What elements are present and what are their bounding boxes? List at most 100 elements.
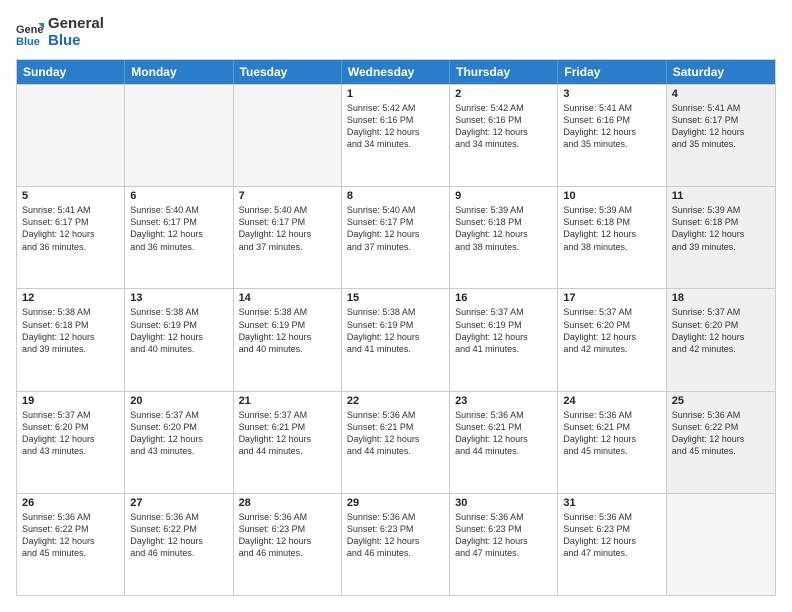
calendar-day-cell: 10 Sunrise: 5:39 AM Sunset: 6:18 PM Dayli… [558,187,666,288]
calendar-week-row: 1 Sunrise: 5:42 AM Sunset: 6:16 PM Daylig… [17,84,775,186]
day-number: 4 [672,88,770,100]
calendar-day-cell: 14 Sunrise: 5:38 AM Sunset: 6:19 PM Dayli… [234,289,342,390]
calendar-day-cell: 20Sunrise: 5:37 AM Sunset: 6:20 PM Dayli… [125,392,233,493]
page-header: General Blue General Blue [16,16,776,49]
day-number: 10 [563,190,660,202]
calendar-day-cell: 27Sunrise: 5:36 AM Sunset: 6:22 PM Dayli… [125,494,233,595]
calendar-day-cell: 24 Sunrise: 5:36 AM Sunset: 6:21 PM Dayli… [558,392,666,493]
calendar-day-cell: 2Sunrise: 5:42 AM Sunset: 6:16 PM Daylig… [450,85,558,186]
calendar-day-cell: 4 Sunrise: 5:41 AM Sunset: 6:17 PM Daylig… [667,85,775,186]
day-info: Sunrise: 5:36 AM Sunset: 6:22 PM Dayligh… [22,511,119,560]
calendar-day-cell: 12 Sunrise: 5:38 AM Sunset: 6:18 PM Dayli… [17,289,125,390]
day-info: Sunrise: 5:41 AM Sunset: 6:17 PM Dayligh… [22,204,119,253]
day-info: Sunrise: 5:37 AM Sunset: 6:20 PM Dayligh… [672,306,770,355]
day-number: 23 [455,395,552,407]
day-number: 30 [455,497,552,509]
calendar-day-cell [667,494,775,595]
day-number: 25 [672,395,770,407]
calendar-day-cell: 5 Sunrise: 5:41 AM Sunset: 6:17 PM Daylig… [17,187,125,288]
day-number: 18 [672,292,770,304]
calendar-body: 1 Sunrise: 5:42 AM Sunset: 6:16 PM Daylig… [17,84,775,595]
day-number: 7 [239,190,336,202]
calendar-day-cell: 31 Sunrise: 5:36 AM Sunset: 6:23 PM Dayli… [558,494,666,595]
calendar-day-cell: 9Sunrise: 5:39 AM Sunset: 6:18 PM Daylig… [450,187,558,288]
day-number: 2 [455,88,552,100]
calendar-header-row: SundayMondayTuesdayWednesdayThursdayFrid… [17,60,775,84]
day-info: Sunrise: 5:37 AM Sunset: 6:20 PM Dayligh… [563,306,660,355]
day-number: 16 [455,292,552,304]
calendar-day-cell: 13Sunrise: 5:38 AM Sunset: 6:19 PM Dayli… [125,289,233,390]
calendar-day-cell: 7 Sunrise: 5:40 AM Sunset: 6:17 PM Daylig… [234,187,342,288]
day-number: 5 [22,190,119,202]
day-number: 29 [347,497,444,509]
day-info: Sunrise: 5:36 AM Sunset: 6:23 PM Dayligh… [563,511,660,560]
day-number: 28 [239,497,336,509]
day-info: Sunrise: 5:40 AM Sunset: 6:17 PM Dayligh… [239,204,336,253]
calendar-day-cell: 23 Sunrise: 5:36 AM Sunset: 6:21 PM Dayli… [450,392,558,493]
day-number: 11 [672,190,770,202]
calendar-day-cell: 28Sunrise: 5:36 AM Sunset: 6:23 PM Dayli… [234,494,342,595]
calendar-day-cell: 6Sunrise: 5:40 AM Sunset: 6:17 PM Daylig… [125,187,233,288]
day-number: 31 [563,497,660,509]
logo-icon: General Blue [16,19,44,47]
calendar-day-cell: 11 Sunrise: 5:39 AM Sunset: 6:18 PM Dayli… [667,187,775,288]
day-info: Sunrise: 5:41 AM Sunset: 6:16 PM Dayligh… [563,102,660,151]
calendar-day-cell: 15Sunrise: 5:38 AM Sunset: 6:19 PM Dayli… [342,289,450,390]
day-number: 20 [130,395,227,407]
day-info: Sunrise: 5:36 AM Sunset: 6:21 PM Dayligh… [563,409,660,458]
calendar-day-cell [234,85,342,186]
calendar-day-cell: 3 Sunrise: 5:41 AM Sunset: 6:16 PM Daylig… [558,85,666,186]
day-info: Sunrise: 5:37 AM Sunset: 6:20 PM Dayligh… [22,409,119,458]
day-number: 8 [347,190,444,202]
day-number: 14 [239,292,336,304]
logo-text-general: General [48,16,104,33]
calendar-header-cell: Wednesday [342,60,450,84]
calendar-day-cell: 26 Sunrise: 5:36 AM Sunset: 6:22 PM Dayli… [17,494,125,595]
day-info: Sunrise: 5:36 AM Sunset: 6:22 PM Dayligh… [672,409,770,458]
calendar-header-cell: Monday [125,60,233,84]
calendar-header-cell: Sunday [17,60,125,84]
calendar-header-cell: Friday [558,60,666,84]
day-info: Sunrise: 5:38 AM Sunset: 6:19 PM Dayligh… [239,306,336,355]
day-info: Sunrise: 5:36 AM Sunset: 6:23 PM Dayligh… [347,511,444,560]
day-info: Sunrise: 5:37 AM Sunset: 6:21 PM Dayligh… [239,409,336,458]
day-number: 12 [22,292,119,304]
day-info: Sunrise: 5:40 AM Sunset: 6:17 PM Dayligh… [347,204,444,253]
calendar-page: General Blue General Blue SundayMondayTu… [0,0,792,612]
day-info: Sunrise: 5:38 AM Sunset: 6:18 PM Dayligh… [22,306,119,355]
logo: General Blue General Blue [16,16,104,49]
calendar-day-cell: 30Sunrise: 5:36 AM Sunset: 6:23 PM Dayli… [450,494,558,595]
day-number: 3 [563,88,660,100]
day-number: 1 [347,88,444,100]
calendar-header-cell: Thursday [450,60,558,84]
calendar-day-cell [125,85,233,186]
calendar-day-cell: 25 Sunrise: 5:36 AM Sunset: 6:22 PM Dayli… [667,392,775,493]
calendar-header-cell: Tuesday [234,60,342,84]
calendar-week-row: 12 Sunrise: 5:38 AM Sunset: 6:18 PM Dayli… [17,288,775,390]
day-number: 21 [239,395,336,407]
calendar-week-row: 19Sunrise: 5:37 AM Sunset: 6:20 PM Dayli… [17,391,775,493]
day-number: 15 [347,292,444,304]
calendar-day-cell: 22 Sunrise: 5:36 AM Sunset: 6:21 PM Dayli… [342,392,450,493]
day-info: Sunrise: 5:39 AM Sunset: 6:18 PM Dayligh… [672,204,770,253]
day-info: Sunrise: 5:42 AM Sunset: 6:16 PM Dayligh… [347,102,444,151]
calendar-header-cell: Saturday [667,60,775,84]
calendar-day-cell: 29 Sunrise: 5:36 AM Sunset: 6:23 PM Dayli… [342,494,450,595]
day-number: 22 [347,395,444,407]
calendar-day-cell: 17 Sunrise: 5:37 AM Sunset: 6:20 PM Dayli… [558,289,666,390]
day-number: 13 [130,292,227,304]
day-info: Sunrise: 5:36 AM Sunset: 6:21 PM Dayligh… [347,409,444,458]
day-info: Sunrise: 5:36 AM Sunset: 6:21 PM Dayligh… [455,409,552,458]
day-info: Sunrise: 5:40 AM Sunset: 6:17 PM Dayligh… [130,204,227,253]
calendar-day-cell: 1 Sunrise: 5:42 AM Sunset: 6:16 PM Daylig… [342,85,450,186]
day-info: Sunrise: 5:39 AM Sunset: 6:18 PM Dayligh… [563,204,660,253]
calendar-day-cell: 18 Sunrise: 5:37 AM Sunset: 6:20 PM Dayli… [667,289,775,390]
day-info: Sunrise: 5:37 AM Sunset: 6:19 PM Dayligh… [455,306,552,355]
svg-text:General: General [16,24,44,36]
day-number: 17 [563,292,660,304]
calendar-week-row: 5 Sunrise: 5:41 AM Sunset: 6:17 PM Daylig… [17,186,775,288]
calendar-day-cell: 19Sunrise: 5:37 AM Sunset: 6:20 PM Dayli… [17,392,125,493]
day-number: 26 [22,497,119,509]
day-number: 24 [563,395,660,407]
day-info: Sunrise: 5:41 AM Sunset: 6:17 PM Dayligh… [672,102,770,151]
